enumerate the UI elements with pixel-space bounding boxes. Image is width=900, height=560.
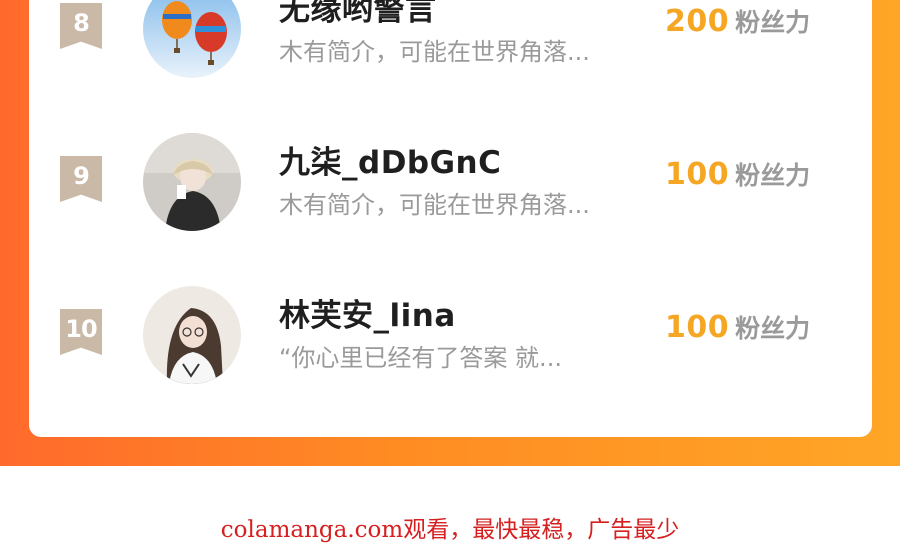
user-bio: 木有简介，可能在世界角落...: [279, 191, 590, 219]
avatar[interactable]: [143, 133, 241, 231]
score-unit: 粉丝力: [735, 314, 811, 343]
rank-badge: 9: [60, 156, 102, 202]
ranking-row[interactable]: 8 无缘哟警言 木有简介，可能在世界角落... 200 粉丝力: [29, 0, 872, 86]
user-bio: “你心里已经有了答案 就...: [279, 344, 562, 372]
balloons-avatar-image: [143, 0, 241, 78]
score-value: 100: [665, 157, 730, 192]
rank-badge: 10: [60, 309, 102, 355]
user-name[interactable]: 林芙安_lina: [279, 290, 456, 335]
ranking-card: 8 无缘哟警言 木有简介，可能在世界角落... 200 粉丝力 9 九柒_dDb…: [29, 0, 872, 437]
score-value: 200: [665, 4, 730, 39]
score-unit: 粉丝力: [735, 161, 811, 190]
person-avatar-image: [143, 133, 241, 231]
avatar[interactable]: [143, 286, 241, 384]
girl-avatar-image: [143, 286, 241, 384]
rank-badge: 8: [60, 3, 102, 49]
ranking-row[interactable]: 10 林芙安_lina “你心里已经有了答案 就... 100 粉丝力: [29, 282, 872, 392]
user-name[interactable]: 九柒_dDbGnC: [279, 137, 501, 182]
user-bio: 木有简介，可能在世界角落...: [279, 38, 590, 66]
score-value: 100: [665, 310, 730, 345]
fan-power-score: 100 粉丝力: [665, 156, 810, 192]
watermark-text: colamanga.com观看，最快最稳，广告最少: [220, 517, 680, 543]
user-name[interactable]: 无缘哟警言: [279, 0, 437, 29]
avatar[interactable]: [143, 0, 241, 78]
ranking-row[interactable]: 9 九柒_dDbGnC 木有简介，可能在世界角落... 100 粉丝力: [29, 129, 872, 239]
fan-power-score: 100 粉丝力: [665, 309, 810, 345]
fan-power-score: 200 粉丝力: [665, 3, 810, 39]
score-unit: 粉丝力: [735, 8, 811, 37]
